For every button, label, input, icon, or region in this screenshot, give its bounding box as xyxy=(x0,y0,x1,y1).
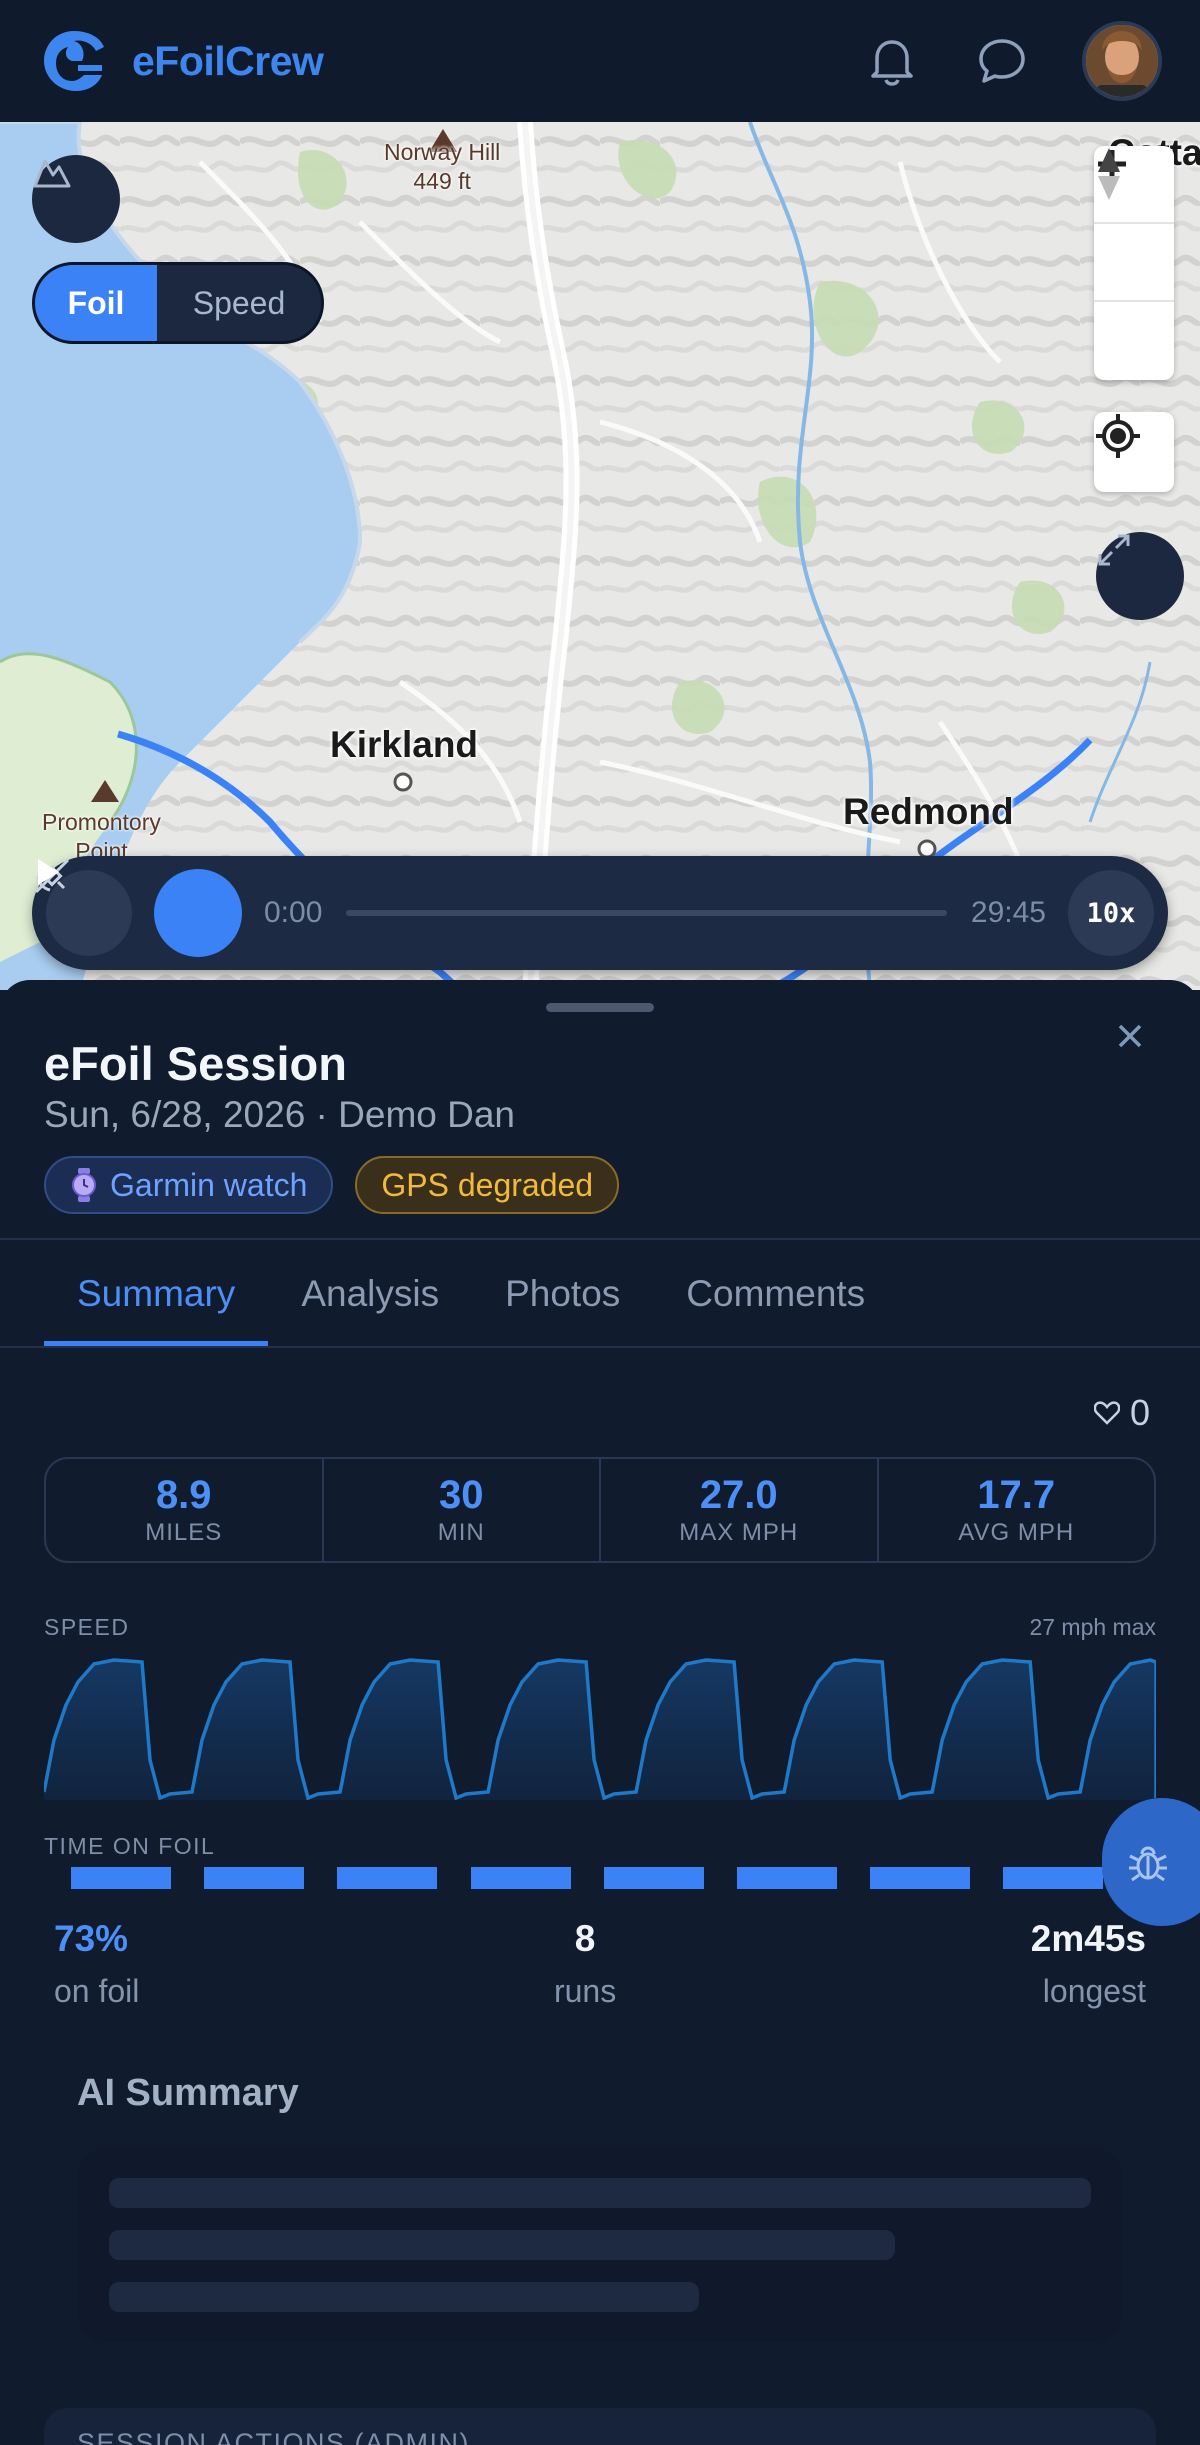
session-sheet: eFoil Session Sun, 6/28, 2026 · Demo Dan… xyxy=(0,980,1200,2445)
tab-analysis[interactable]: Analysis xyxy=(268,1242,472,1346)
playback-bar: 0:00 29:45 10x xyxy=(32,856,1168,970)
foil-run-bar xyxy=(870,1867,971,1889)
tabs-divider xyxy=(0,1346,1200,1348)
foil-runs-stat: 8 runs xyxy=(554,1917,616,2010)
speed-max-note: 27 mph max xyxy=(1029,1614,1156,1640)
zoom-controls xyxy=(1094,146,1174,380)
top-app-bar: eFoilCrew xyxy=(0,0,1200,122)
stat-duration: 30 MIN xyxy=(324,1459,601,1561)
notifications-button[interactable] xyxy=(862,31,922,91)
skeleton-line xyxy=(109,2178,1091,2208)
stat-value: 8.9 xyxy=(155,1473,212,1517)
gps-warning-badge: GPS degraded xyxy=(355,1156,620,1214)
foil-longest-value: 2m45s xyxy=(1030,1918,1146,1959)
map-mode-toggle[interactable]: Foil Speed xyxy=(32,262,324,344)
foil-longest-label: longest xyxy=(1042,1973,1146,2009)
header-divider xyxy=(0,1238,1200,1240)
like-count: 0 xyxy=(1130,1392,1151,1433)
mountain-icon xyxy=(33,159,71,188)
play-icon xyxy=(38,859,59,885)
close-sheet-button[interactable] xyxy=(1110,1016,1150,1056)
map-view[interactable]: Norway Hill 449 ft Promontory Point Kirk… xyxy=(0,122,1200,990)
session-title: eFoil Session xyxy=(44,1037,347,1090)
foil-time-bars xyxy=(44,1867,1156,1889)
foil-run-bar xyxy=(204,1867,305,1889)
speed-section-label: SPEED xyxy=(44,1614,130,1640)
play-button[interactable] xyxy=(38,859,242,957)
zoom-out-button[interactable] xyxy=(1094,161,1174,302)
ai-summary-title: AI Summary xyxy=(77,2072,299,2114)
playback-scrubber[interactable] xyxy=(346,910,947,916)
mode-speed-option[interactable]: Speed xyxy=(157,265,321,341)
stat-label: MILES xyxy=(145,1519,223,1546)
foil-pct-stat: 73% on foil xyxy=(54,1917,139,2010)
playback-speed-button[interactable]: 10x xyxy=(1068,870,1154,956)
foil-run-bar xyxy=(603,1867,704,1889)
session-tabs: Summary Analysis Photos Comments xyxy=(44,1242,898,1346)
foil-run-bar xyxy=(470,1867,571,1889)
kirkland-label: Kirkland xyxy=(330,724,479,765)
stat-value: 17.7 xyxy=(977,1473,1056,1517)
stat-distance: 8.9 MILES xyxy=(46,1459,324,1561)
norway-hill-label: Norway Hill 449 ft xyxy=(384,139,501,194)
watch-icon xyxy=(72,1168,96,1202)
heart-icon xyxy=(1094,1401,1120,1425)
skeleton-line xyxy=(109,2230,895,2260)
expand-icon xyxy=(1098,534,1130,566)
speed-sparkline xyxy=(44,1658,1156,1800)
foil-run-bar xyxy=(71,1867,171,1889)
stat-value: 30 xyxy=(439,1473,484,1517)
foil-pct-label: on foil xyxy=(54,1973,140,2009)
close-icon xyxy=(1118,1024,1142,1048)
avatar-photo-icon xyxy=(1086,25,1158,97)
admin-actions-panel[interactable]: SESSION ACTIONS (ADMIN) xyxy=(44,2408,1156,2445)
avatar[interactable] xyxy=(1082,21,1162,101)
crosshair-icon xyxy=(1096,414,1140,458)
stat-label: AVG MPH xyxy=(958,1519,1075,1546)
foil-runs-label: runs xyxy=(553,1973,617,2009)
stat-value: 27.0 xyxy=(699,1473,778,1517)
terrain-toggle-button[interactable] xyxy=(32,155,120,243)
skeleton-line xyxy=(109,2282,699,2312)
stat-label: MAX MPH xyxy=(679,1519,799,1546)
current-time: 0:00 xyxy=(264,896,323,929)
foil-run-bar xyxy=(337,1867,438,1889)
messages-button[interactable] xyxy=(972,31,1032,91)
device-chip-label: Garmin watch xyxy=(110,1166,308,1203)
foil-pct-value: 73% xyxy=(54,1918,129,1959)
like-button[interactable]: 0 xyxy=(1094,1392,1150,1434)
tab-summary[interactable]: Summary xyxy=(44,1242,269,1346)
foil-section-label: TIME ON FOIL xyxy=(44,1833,216,1859)
fullscreen-map-button[interactable] xyxy=(1096,532,1184,620)
mode-foil-option[interactable]: Foil xyxy=(35,265,157,341)
admin-actions-title: SESSION ACTIONS (ADMIN) xyxy=(77,2428,471,2445)
redmond-label: Redmond xyxy=(843,791,1014,832)
foil-longest-stat: 2m45s longest xyxy=(1031,1917,1146,2010)
brand-name: eFoilCrew xyxy=(132,37,324,84)
tab-photos[interactable]: Photos xyxy=(472,1242,653,1346)
compass-button[interactable] xyxy=(1094,148,1174,380)
wave-logo-icon xyxy=(44,31,104,91)
total-time: 29:45 xyxy=(970,896,1046,929)
brand-logo[interactable]: eFoilCrew xyxy=(38,25,324,97)
tab-comments[interactable]: Comments xyxy=(653,1242,898,1346)
bell-icon xyxy=(871,40,913,86)
stat-avg-speed: 17.7 AVG MPH xyxy=(879,1459,1155,1561)
sheet-drag-handle[interactable] xyxy=(546,1003,654,1012)
foil-stats-row: 73% on foil 8 runs 2m45s longest xyxy=(54,1917,1146,2010)
chat-icon xyxy=(979,39,1025,83)
stats-row: 8.9 MILES 30 MIN 27.0 MAX MPH 17.7 AVG M… xyxy=(44,1457,1156,1563)
stat-max-speed: 27.0 MAX MPH xyxy=(601,1459,879,1561)
bug-icon xyxy=(1129,1846,1167,1882)
foil-run-bar xyxy=(1003,1867,1104,1889)
ai-summary-loading-card xyxy=(77,2148,1123,2342)
device-chip: Garmin watch xyxy=(44,1156,334,1214)
foil-run-bar xyxy=(736,1867,837,1889)
locate-me-button[interactable] xyxy=(1094,412,1174,492)
compass-icon xyxy=(1098,148,1120,200)
foil-runs-value: 8 xyxy=(574,1918,596,1959)
stat-label: MIN xyxy=(437,1519,485,1546)
session-subtitle: Sun, 6/28, 2026 · Demo Dan xyxy=(44,1094,516,1135)
